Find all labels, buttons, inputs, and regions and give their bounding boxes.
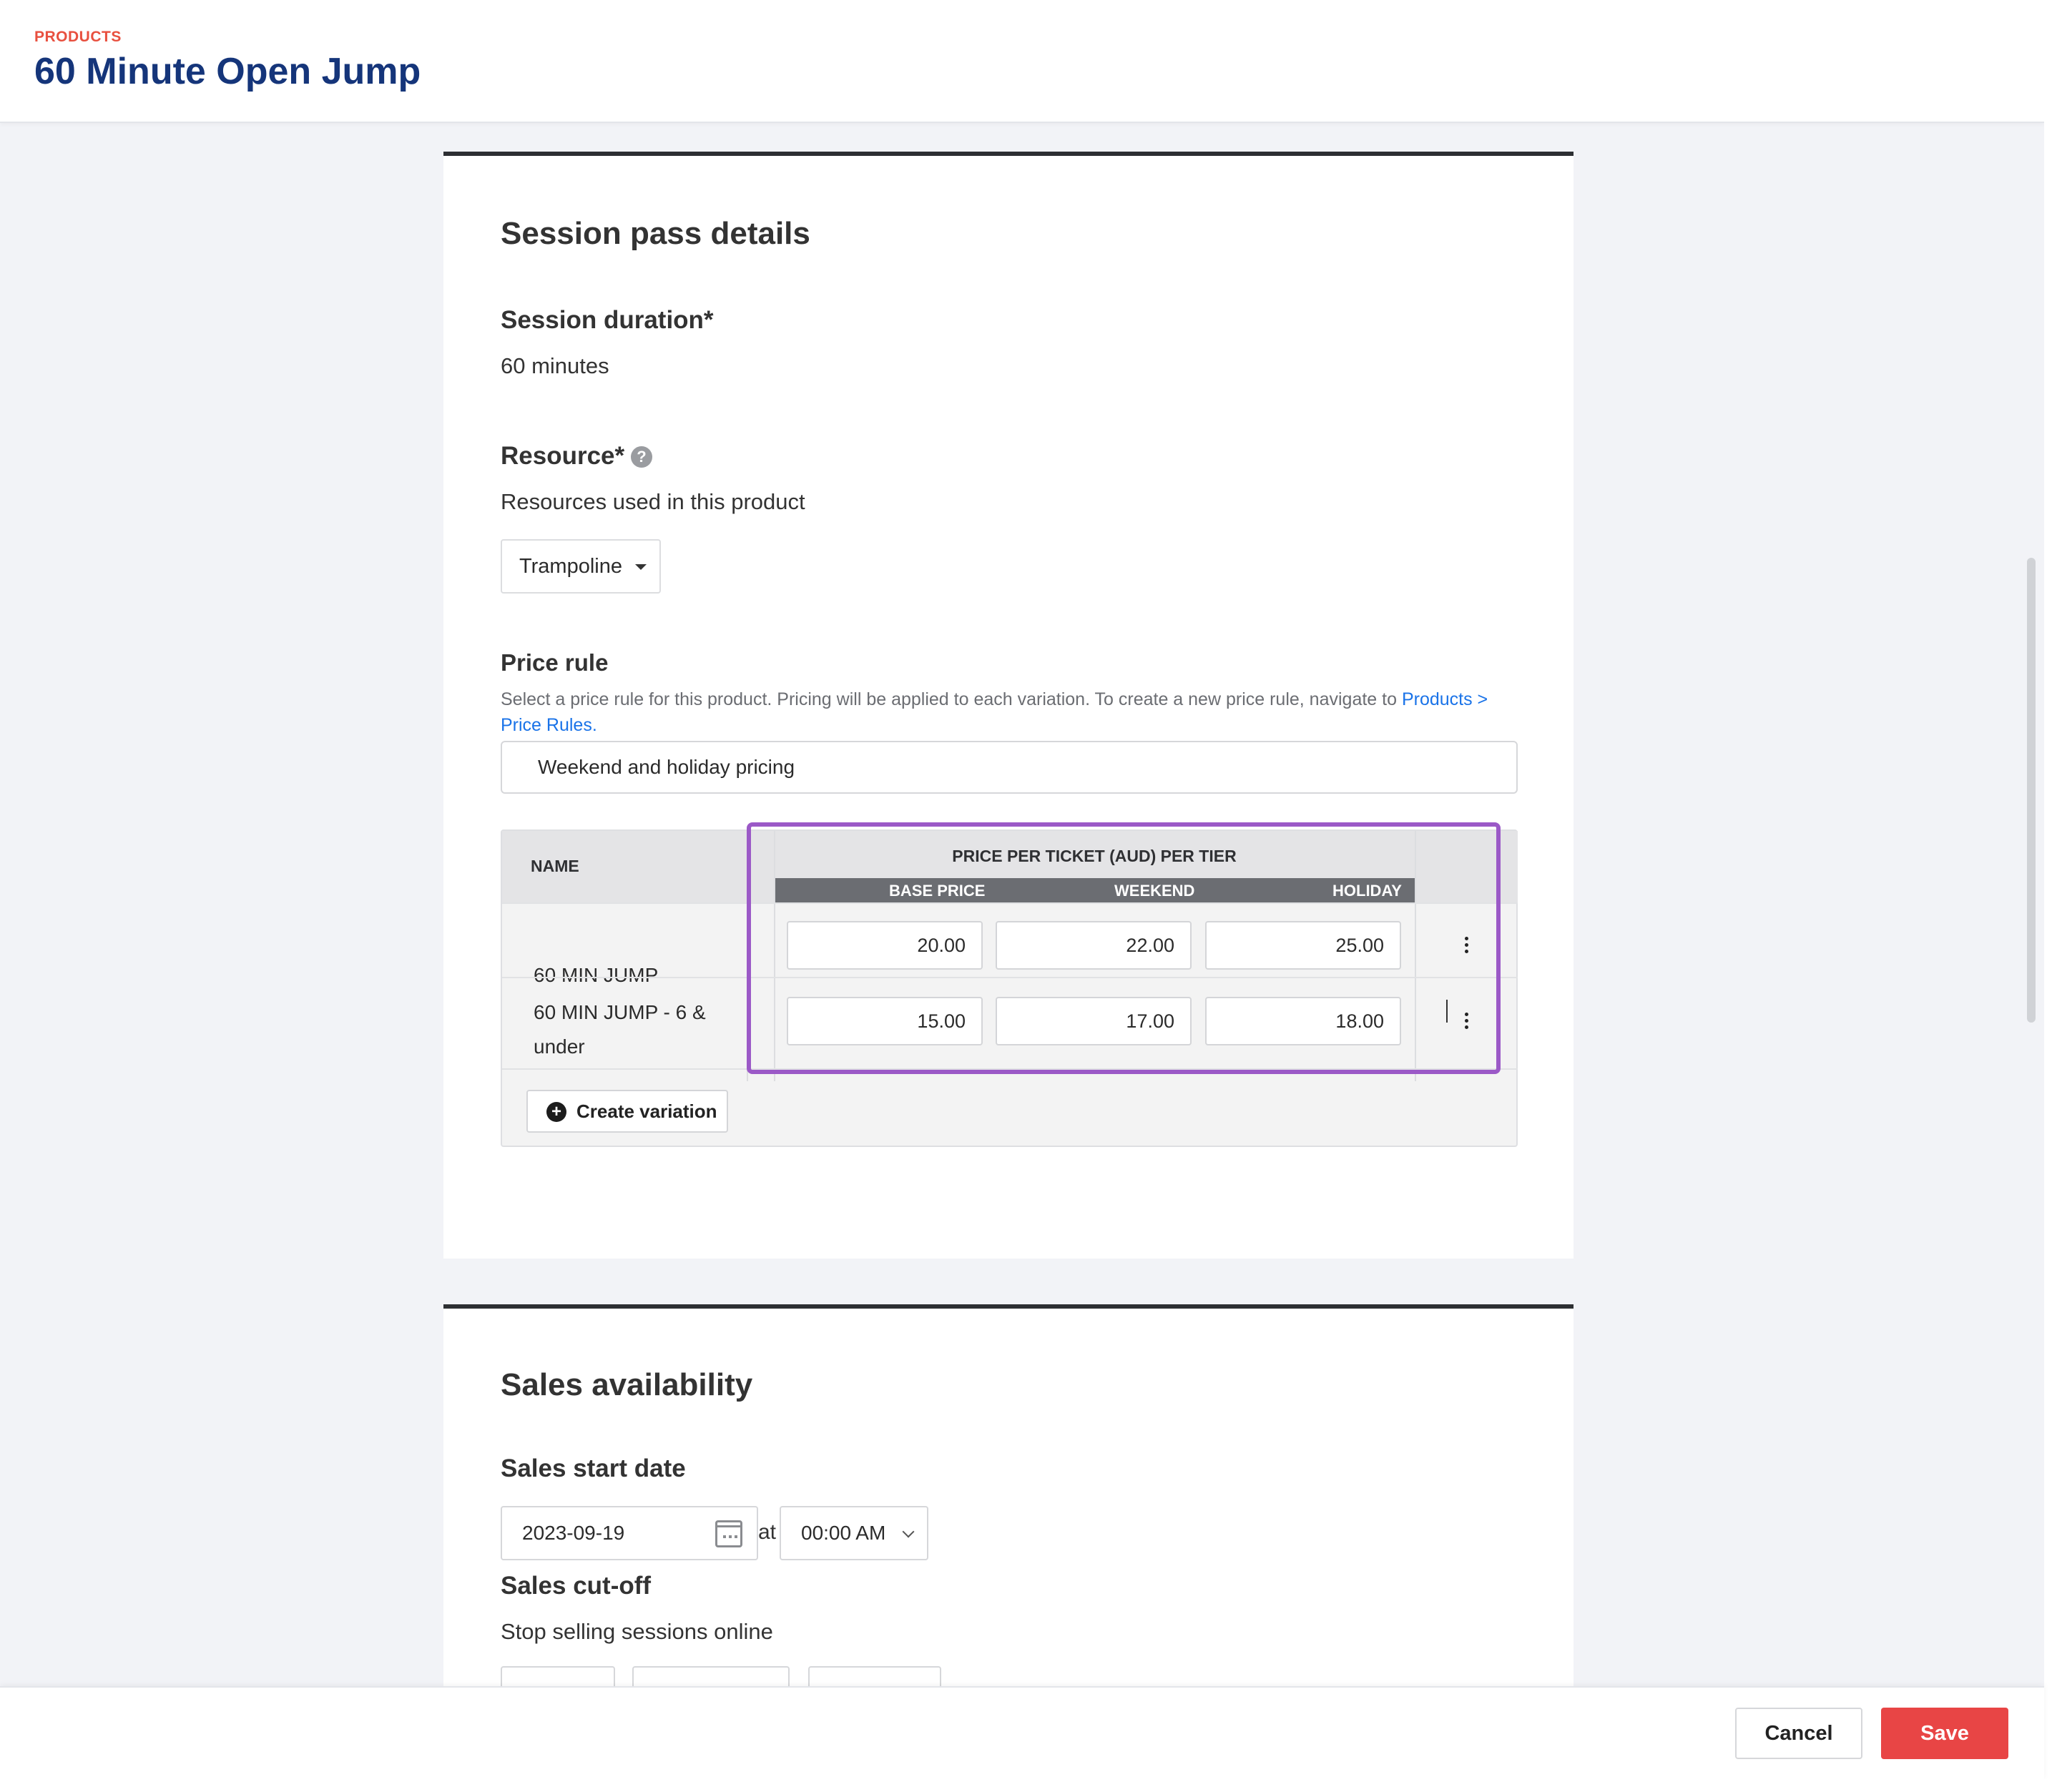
sales-cutoff-description: Stop selling sessions online [501,1619,773,1644]
footer-actions: Cancel Save [0,1686,2044,1779]
price-rules-link-suffix: . [591,715,597,735]
window-edge [2044,0,2057,1792]
sales-cutoff-label: Sales cut-off [501,1572,652,1600]
create-variation-button[interactable]: + Create variation [526,1090,728,1133]
resource-description: Resources used in this product [501,489,805,514]
chevron-down-icon [902,1525,915,1538]
sales-start-time-value: 00:00 AM [801,1522,886,1544]
resource-select[interactable]: Trampoline [501,539,661,594]
breadcrumb[interactable]: PRODUCTS [34,29,122,46]
plus-circle-icon: + [546,1102,566,1122]
session-duration-label: Session duration* [501,306,714,334]
row-name-60-min-jump: 60 MIN JUMP [534,964,659,986]
resource-select-value: Trampoline [519,555,622,578]
session-pass-card: Session pass details Session duration* 6… [443,152,1574,1259]
page-header: PRODUCTS 60 Minute Open Jump [0,0,2044,123]
resource-label: Resource* [501,442,625,470]
price-rule-label: Price rule [501,649,609,676]
scrollbar-thumb[interactable] [2027,558,2036,1023]
window-bottom-edge [0,1779,2057,1792]
sales-availability-card: Sales availability Sales start date 2023… [443,1304,1574,1709]
section-title-session-pass: Session pass details [501,216,810,251]
row-name-60-min-jump-6-under: 60 MIN JUMP - 6 & under [534,1001,706,1058]
save-button[interactable]: Save [1881,1708,2008,1759]
page-title: 60 Minute Open Jump [34,51,421,92]
calendar-icon[interactable] [715,1520,742,1547]
question-circle-icon[interactable]: ? [631,446,652,468]
price-rule-description: Select a price rule for this product. Pr… [501,686,1523,738]
session-duration-value: 60 minutes [501,353,609,378]
section-title-sales-availability: Sales availability [501,1367,753,1402]
sales-start-date-value: 2023-09-19 [522,1522,625,1544]
price-rule-description-text: Select a price rule for this product. Pr… [501,689,1402,709]
at-label: at [758,1520,777,1544]
create-variation-label: Create variation [576,1101,717,1122]
sales-start-time-select[interactable]: 00:00 AM [780,1506,928,1560]
caret-down-icon [635,564,647,570]
cancel-button[interactable]: Cancel [1735,1708,1862,1759]
sales-start-date-label: Sales start date [501,1454,686,1482]
price-rule-input[interactable]: Weekend and holiday pricing [501,741,1518,794]
price-tier-highlight [747,822,1501,1074]
sales-start-date-input[interactable]: 2023-09-19 [501,1506,758,1560]
column-header-name: NAME [531,857,579,875]
